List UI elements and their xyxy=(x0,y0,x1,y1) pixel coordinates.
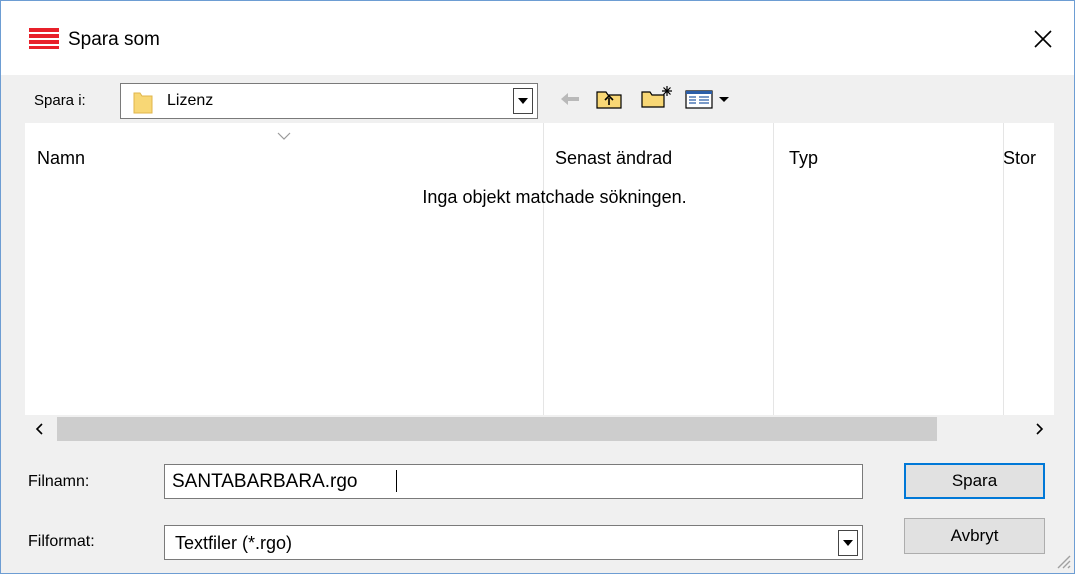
close-icon xyxy=(1034,30,1052,48)
column-header-size[interactable]: Stor xyxy=(1003,148,1036,168)
resize-grip-icon[interactable] xyxy=(1051,549,1071,569)
column-header-modified[interactable]: Senast ändrad xyxy=(555,148,672,168)
back-button[interactable] xyxy=(556,86,584,112)
view-menu-icon xyxy=(685,90,729,109)
back-arrow-icon xyxy=(561,93,579,105)
file-format-value: Textfiler (*.rgo) xyxy=(175,533,293,553)
current-folder-name: Lizenz xyxy=(167,92,214,109)
scroll-right-arrow[interactable] xyxy=(1028,415,1052,443)
empty-list-message: Inga objekt matchade sökningen. xyxy=(422,187,687,207)
new-folder-icon xyxy=(641,86,672,108)
save-in-label: Spara i: xyxy=(34,92,86,109)
save-in-dropdown[interactable]: Lizenz xyxy=(120,83,538,119)
sort-chevron-icon xyxy=(277,132,291,140)
window-title: Spara som xyxy=(68,29,160,50)
save-in-dropdown-arrow[interactable] xyxy=(513,88,533,114)
save-as-dialog: Spara som Spara i: Lizenz Namn Senast än… xyxy=(0,0,1075,574)
close-button[interactable] xyxy=(1021,17,1065,61)
column-header-name[interactable]: Namn xyxy=(37,148,85,168)
file-list[interactable]: Namn Senast ändrad Typ Stor Inga objekt … xyxy=(25,123,1054,415)
new-folder-button[interactable] xyxy=(640,83,674,109)
chevron-left-icon xyxy=(35,423,43,435)
up-one-level-icon xyxy=(596,91,622,109)
file-format-dropdown-arrow[interactable] xyxy=(838,530,858,556)
cancel-button[interactable]: Avbryt xyxy=(904,518,1045,554)
folder-icon xyxy=(133,92,153,114)
file-format-label: Filformat: xyxy=(28,533,95,550)
app-icon xyxy=(29,28,59,49)
file-format-dropdown[interactable]: Textfiler (*.rgo) xyxy=(164,525,863,560)
dropdown-arrow-icon xyxy=(843,540,853,546)
dropdown-arrow-icon xyxy=(518,98,528,104)
title-bar: Spara som xyxy=(1,1,1074,75)
filename-label: Filnamn: xyxy=(28,473,90,490)
column-divider xyxy=(543,123,544,415)
chevron-right-icon xyxy=(1036,423,1044,435)
up-one-level-button[interactable] xyxy=(594,86,624,112)
horizontal-scrollbar[interactable] xyxy=(25,415,1054,443)
scroll-left-arrow[interactable] xyxy=(27,415,51,443)
view-menu-button[interactable] xyxy=(684,86,736,112)
column-divider xyxy=(773,123,774,415)
filename-input[interactable] xyxy=(164,464,863,499)
text-caret xyxy=(396,470,397,492)
save-button[interactable]: Spara xyxy=(904,463,1045,499)
column-header-type[interactable]: Typ xyxy=(789,148,818,168)
scroll-thumb[interactable] xyxy=(57,417,937,441)
